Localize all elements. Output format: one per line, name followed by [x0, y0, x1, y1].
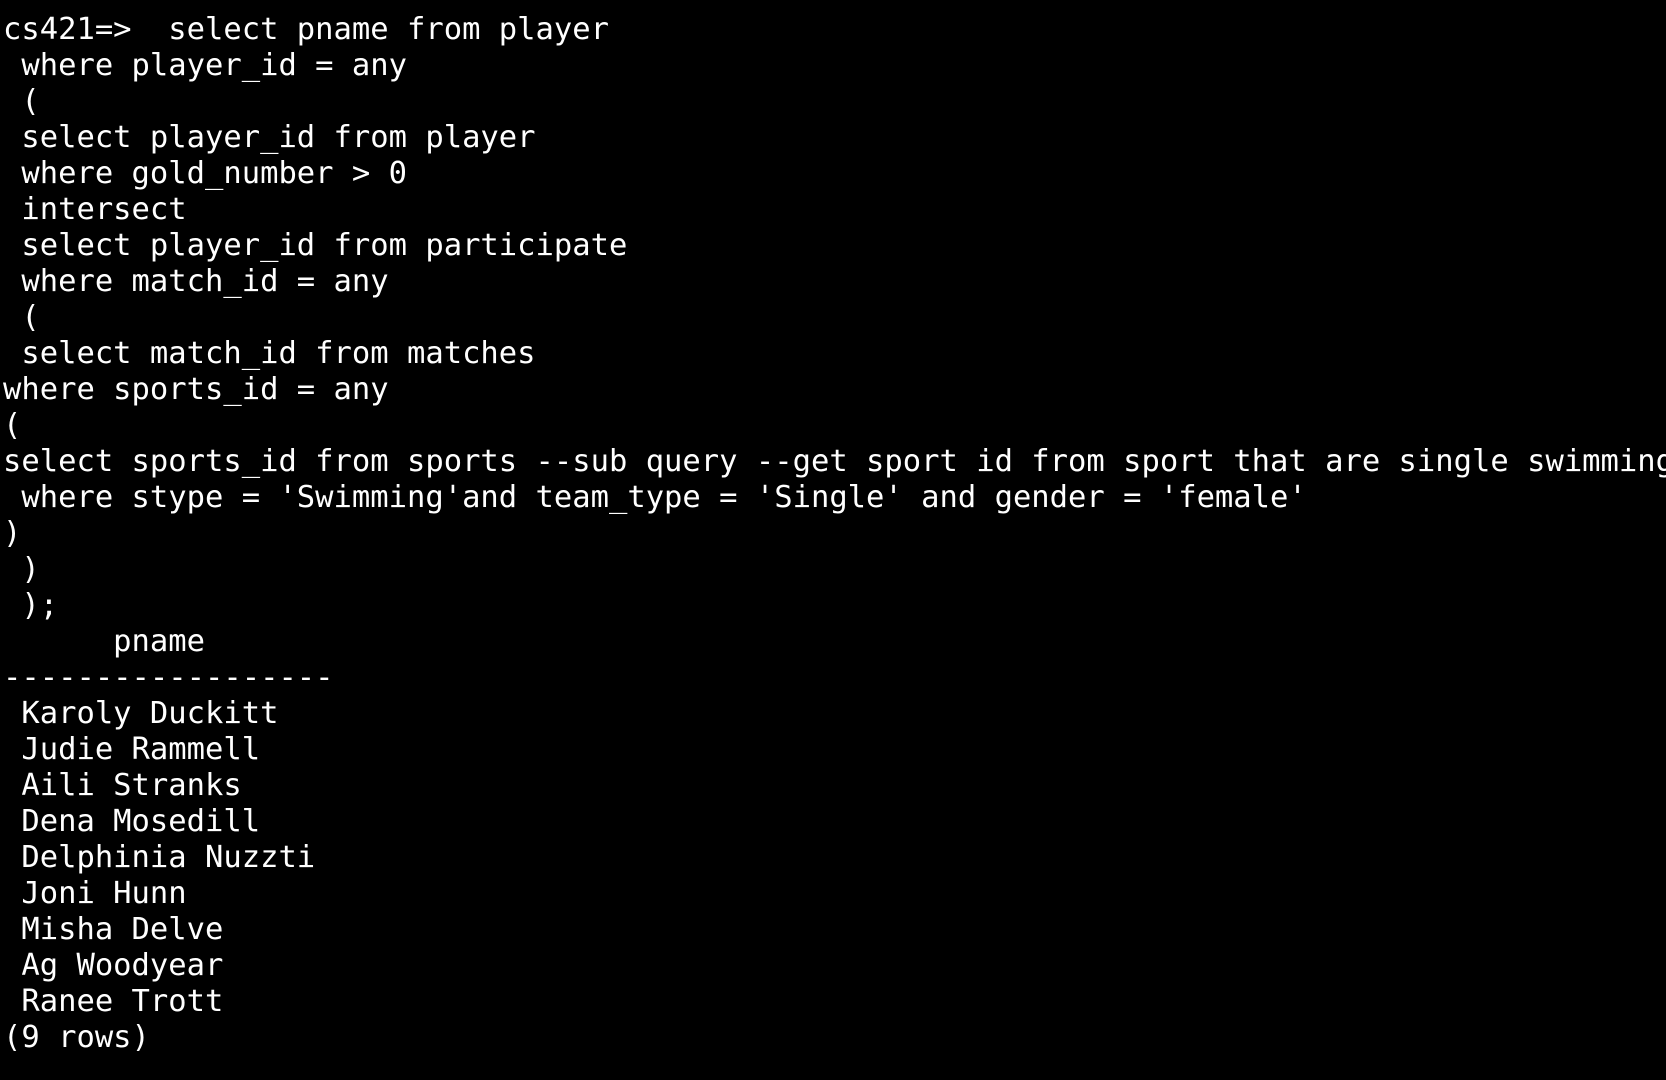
result-row-count: (9 rows) — [3, 1020, 150, 1055]
query-line: ); — [3, 588, 59, 623]
result-row: Ranee Trott — [3, 984, 224, 1019]
query-line: select match_id from matches — [3, 336, 536, 371]
result-row: Karoly Duckitt — [3, 696, 279, 731]
sql-query-input: cs421=> select pname from player where p… — [3, 12, 1666, 624]
query-line: where stype = 'Swimming'and team_type = … — [3, 480, 1307, 515]
query-line: intersect — [3, 192, 187, 227]
query-line: ) — [3, 516, 22, 551]
terminal-window[interactable]: cs421=> select pname from player where p… — [0, 0, 1666, 1080]
result-row: Aili Stranks — [3, 768, 242, 803]
query-result: pname ------------------ Karoly Duckitt … — [3, 624, 1666, 1056]
result-row: Dena Mosedill — [3, 804, 261, 839]
query-line: ( — [3, 84, 40, 119]
query-line: where sports_id = any — [3, 372, 389, 407]
query-line: ) — [3, 552, 40, 587]
query-line: where match_id = any — [3, 264, 389, 299]
result-separator: ------------------ — [3, 660, 334, 695]
result-row: Ag Woodyear — [3, 948, 224, 983]
query-line: select player_id from player — [3, 120, 536, 155]
result-row: Judie Rammell — [3, 732, 261, 767]
result-column-header: pname — [3, 624, 205, 659]
query-line: where gold_number > 0 — [3, 156, 407, 191]
query-line: where player_id = any — [3, 48, 407, 83]
query-line: cs421=> select pname from player — [3, 12, 609, 47]
query-line: ( — [3, 300, 40, 335]
result-row: Misha Delve — [3, 912, 224, 947]
result-row: Joni Hunn — [3, 876, 187, 911]
result-row: Delphinia Nuzzti — [3, 840, 316, 875]
query-line: select player_id from participate — [3, 228, 628, 263]
query-line: select sports_id from sports --sub query… — [3, 444, 1666, 479]
query-line: ( — [3, 408, 22, 443]
